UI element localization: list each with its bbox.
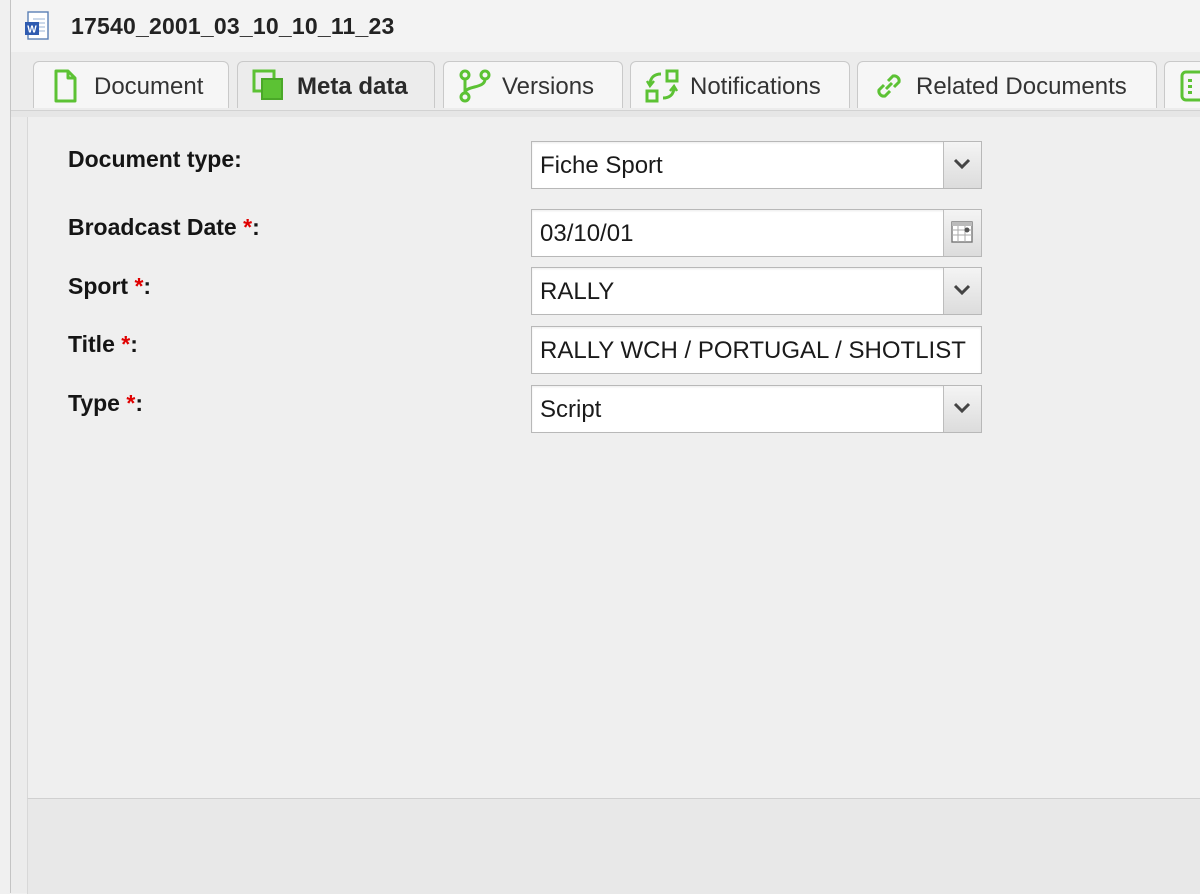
notifications-arrows-icon xyxy=(645,69,679,103)
document-type-dropdown-button[interactable] xyxy=(943,142,981,188)
title-label: Title *: xyxy=(68,331,138,357)
list-icon xyxy=(1180,70,1200,102)
tab-document-label: Document xyxy=(94,73,204,100)
document-type-label: Document type: xyxy=(68,146,242,172)
type-value: Script xyxy=(540,396,602,423)
chevron-down-icon xyxy=(953,284,971,296)
broadcast-date-label: Broadcast Date *: xyxy=(68,214,260,240)
document-type-select[interactable]: Fiche Sport xyxy=(531,141,982,189)
type-label: Type *: xyxy=(68,390,143,416)
document-icon xyxy=(54,69,77,103)
sport-dropdown-button[interactable] xyxy=(943,268,981,314)
chevron-down-icon xyxy=(953,402,971,414)
sport-select[interactable]: RALLY xyxy=(531,267,982,315)
tab-notifications-label: Notifications xyxy=(690,73,821,100)
title-value: RALLY WCH / PORTUGAL / SHOTLIST xyxy=(540,337,966,364)
broadcast-date-input[interactable]: 03/10/01 xyxy=(531,209,982,257)
tab-underline xyxy=(11,110,1200,117)
type-dropdown-button[interactable] xyxy=(943,386,981,432)
document-type-value: Fiche Sport xyxy=(540,152,663,179)
calendar-icon xyxy=(951,221,973,243)
document-title: 17540_2001_03_10_10_11_23 xyxy=(71,13,395,39)
versions-branch-icon xyxy=(459,69,491,103)
required-asterisk: * xyxy=(126,390,136,416)
tab-related-documents[interactable]: Related Documents xyxy=(857,61,1157,108)
tab-bar: Document Meta data Versions Notification… xyxy=(29,61,1200,111)
title-bar: W 17540_2001_03_10_10_11_23 xyxy=(11,0,1200,52)
calendar-button[interactable] xyxy=(943,210,981,256)
sport-value: RALLY xyxy=(540,278,615,305)
document-window: W 17540_2001_03_10_10_11_23 Document Met… xyxy=(10,0,1200,894)
tab-meta-data-label: Meta data xyxy=(297,73,408,100)
tab-versions[interactable]: Versions xyxy=(443,61,623,108)
tab-meta-data[interactable]: Meta data xyxy=(237,61,435,108)
footer-bar xyxy=(27,798,1200,894)
meta-data-icon xyxy=(252,69,283,100)
tab-notifications[interactable]: Notifications xyxy=(630,61,850,108)
svg-text:W: W xyxy=(27,25,37,36)
required-asterisk: * xyxy=(121,331,131,357)
tab-related-documents-label: Related Documents xyxy=(916,73,1127,100)
chevron-down-icon xyxy=(953,158,971,170)
tab-more[interactable] xyxy=(1164,61,1200,108)
tab-document[interactable]: Document xyxy=(33,61,229,108)
required-asterisk: * xyxy=(243,214,253,240)
meta-data-panel: Document type: Fiche Sport Broadcast Dat… xyxy=(27,117,1200,798)
sport-label: Sport *: xyxy=(68,273,152,299)
word-document-icon: W xyxy=(25,11,49,40)
type-select[interactable]: Script xyxy=(531,385,982,433)
link-icon xyxy=(877,74,901,98)
broadcast-date-value: 03/10/01 xyxy=(540,220,634,247)
tab-versions-label: Versions xyxy=(502,73,595,100)
title-input[interactable]: RALLY WCH / PORTUGAL / SHOTLIST xyxy=(531,326,982,374)
